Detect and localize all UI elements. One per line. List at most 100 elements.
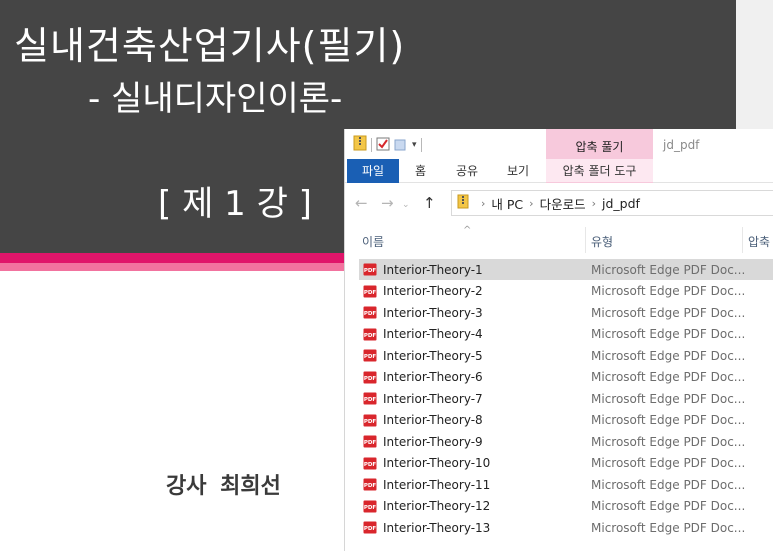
column-headers: ^ 이름 유형 압축	[345, 225, 773, 259]
breadcrumb-chevron-icon[interactable]: ›	[529, 197, 533, 210]
back-arrow-icon[interactable]: ←	[355, 195, 368, 211]
file-type: Microsoft Edge PDF Doc...	[591, 413, 746, 428]
up-arrow-icon[interactable]: ↑	[423, 195, 436, 211]
file-row[interactable]: PDF Interior-Theory-6 Microsoft Edge PDF D…	[345, 367, 773, 389]
slide-subtitle: - 실내디자인이론-	[88, 79, 343, 119]
svg-text:PDF: PDF	[364, 333, 377, 339]
toolbar-separator	[420, 138, 422, 152]
file-type: Microsoft Edge PDF Doc...	[591, 456, 746, 471]
customize-toolbar-dropdown-icon[interactable]: ▾	[412, 140, 417, 150]
file-row[interactable]: PDF Interior-Theory-13 Microsoft Edge PDF …	[345, 517, 773, 539]
column-divider[interactable]	[585, 227, 586, 253]
pdf-file-icon: PDF	[363, 371, 377, 387]
svg-text:PDF: PDF	[364, 354, 377, 360]
file-type: Microsoft Edge PDF Doc...	[591, 477, 746, 492]
svg-text:PDF: PDF	[364, 376, 377, 382]
svg-text:PDF: PDF	[364, 397, 377, 403]
file-name[interactable]: Interior-Theory-8	[383, 413, 483, 427]
file-row[interactable]: PDF Interior-Theory-9 Microsoft Edge PDF D…	[345, 431, 773, 453]
tab-compressed-folder-tools[interactable]: 압축 폴더 도구	[546, 159, 653, 183]
column-header-type[interactable]: 유형	[591, 233, 613, 250]
file-name[interactable]: Interior-Theory-10	[383, 456, 490, 470]
file-name[interactable]: Interior-Theory-9	[383, 435, 483, 449]
column-divider[interactable]	[742, 227, 743, 253]
file-type: Microsoft Edge PDF Doc...	[591, 327, 746, 342]
toolbar-separator	[371, 138, 372, 152]
file-name[interactable]: Interior-Theory-6	[383, 370, 483, 384]
file-name[interactable]: Interior-Theory-3	[383, 306, 483, 320]
file-name[interactable]: Interior-Theory-2	[383, 284, 483, 298]
pdf-file-icon: PDF	[363, 435, 377, 451]
file-row[interactable]: PDF Interior-Theory-11 Microsoft Edge PDF …	[345, 474, 773, 496]
file-type: Microsoft Edge PDF Doc...	[591, 434, 746, 449]
file-type: Microsoft Edge PDF Doc...	[591, 520, 746, 535]
svg-text:PDF: PDF	[364, 268, 377, 274]
file-row[interactable]: PDF Interior-Theory-4 Microsoft Edge PDF D…	[345, 324, 773, 346]
file-name[interactable]: Interior-Theory-5	[383, 349, 483, 363]
file-row[interactable]: PDF Interior-Theory-7 Microsoft Edge PDF D…	[345, 388, 773, 410]
file-row[interactable]: PDF Interior-Theory-3 Microsoft Edge PDF D…	[345, 302, 773, 324]
ribbon-tabs: 파일 홈 공유 보기 압축 폴더 도구	[345, 159, 773, 183]
file-row[interactable]: PDF Interior-Theory-12 Microsoft Edge PDF …	[345, 496, 773, 518]
address-bar[interactable]: › 내 PC › 다운로드 › jd_pdf	[451, 190, 773, 216]
properties-check-icon[interactable]	[376, 136, 390, 155]
svg-text:PDF: PDF	[364, 526, 377, 532]
file-row[interactable]: PDF Interior-Theory-8 Microsoft Edge PDF D…	[345, 410, 773, 432]
file-name[interactable]: Interior-Theory-12	[383, 499, 490, 513]
file-name[interactable]: Interior-Theory-7	[383, 392, 483, 406]
svg-text:PDF: PDF	[364, 505, 377, 511]
file-list: PDF Interior-Theory-1 Microsoft Edge PDF D…	[345, 259, 773, 539]
recent-locations-chevron-icon[interactable]: ⌄	[402, 197, 410, 213]
svg-text:PDF: PDF	[364, 483, 377, 489]
pdf-file-icon: PDF	[363, 457, 377, 473]
breadcrumb-chevron-icon[interactable]: ›	[592, 197, 596, 210]
quick-access-toolbar: ▾	[353, 135, 422, 155]
slide-title: 실내건축산업기사(필기)	[14, 24, 406, 68]
pdf-file-icon: PDF	[363, 478, 377, 494]
file-name[interactable]: Interior-Theory-11	[383, 478, 490, 492]
file-type: Microsoft Edge PDF Doc...	[591, 305, 746, 320]
zip-folder-icon[interactable]	[353, 135, 367, 155]
file-name[interactable]: Interior-Theory-1	[383, 263, 483, 277]
svg-text:PDF: PDF	[364, 440, 377, 446]
pdf-file-icon: PDF	[363, 263, 377, 279]
tab-view[interactable]: 보기	[507, 159, 529, 183]
pdf-file-icon: PDF	[363, 414, 377, 430]
breadcrumb-this-pc[interactable]: 내 PC	[491, 194, 523, 213]
new-folder-icon[interactable]	[394, 136, 408, 155]
tab-file[interactable]: 파일	[347, 159, 399, 183]
sort-ascending-icon: ^	[463, 225, 472, 236]
file-type: Microsoft Edge PDF Doc...	[591, 284, 746, 299]
file-type: Microsoft Edge PDF Doc...	[591, 391, 746, 406]
file-type: Microsoft Edge PDF Doc...	[591, 499, 746, 514]
navigation-bar: ← → ⌄ ↑ › 내 PC › 다운로드 › jd_pdf	[345, 183, 773, 223]
file-name[interactable]: Interior-Theory-4	[383, 327, 483, 341]
pdf-file-icon: PDF	[363, 521, 377, 537]
file-row[interactable]: PDF Interior-Theory-5 Microsoft Edge PDF D…	[345, 345, 773, 367]
forward-arrow-icon[interactable]: →	[381, 195, 394, 211]
file-row[interactable]: PDF Interior-Theory-10 Microsoft Edge PDF …	[345, 453, 773, 475]
svg-text:PDF: PDF	[364, 290, 377, 296]
background-window-edge	[736, 0, 773, 130]
slide-lesson-number: [ 제 1 강 ]	[158, 184, 312, 224]
column-header-name[interactable]: 이름	[362, 233, 384, 250]
breadcrumb-current-folder[interactable]: jd_pdf	[602, 196, 640, 211]
column-header-compressed-size[interactable]: 압축	[748, 233, 770, 250]
tab-share[interactable]: 공유	[456, 159, 478, 183]
file-type: Microsoft Edge PDF Doc...	[591, 262, 746, 277]
file-explorer-window[interactable]: ▾ 압축 풀기 jd_pdf 파일 홈 공유 보기 압축 폴더 도구 ← → ⌄…	[344, 129, 773, 551]
pdf-file-icon: PDF	[363, 328, 377, 344]
svg-text:PDF: PDF	[364, 311, 377, 317]
pdf-file-icon: PDF	[363, 500, 377, 516]
title-bar: ▾ 압축 풀기 jd_pdf	[345, 129, 773, 159]
pdf-file-icon: PDF	[363, 306, 377, 322]
context-tab-group-label: 압축 풀기	[546, 129, 653, 159]
breadcrumb-downloads[interactable]: 다운로드	[540, 194, 586, 213]
slide-instructor: 강사 최희선	[166, 474, 281, 499]
file-row[interactable]: PDF Interior-Theory-2 Microsoft Edge PDF D…	[345, 281, 773, 303]
file-row[interactable]: PDF Interior-Theory-1 Microsoft Edge PDF D…	[345, 259, 773, 281]
breadcrumb-chevron-icon[interactable]: ›	[481, 197, 485, 210]
pdf-file-icon: PDF	[363, 349, 377, 365]
tab-home[interactable]: 홈	[415, 159, 426, 183]
file-name[interactable]: Interior-Theory-13	[383, 521, 490, 535]
